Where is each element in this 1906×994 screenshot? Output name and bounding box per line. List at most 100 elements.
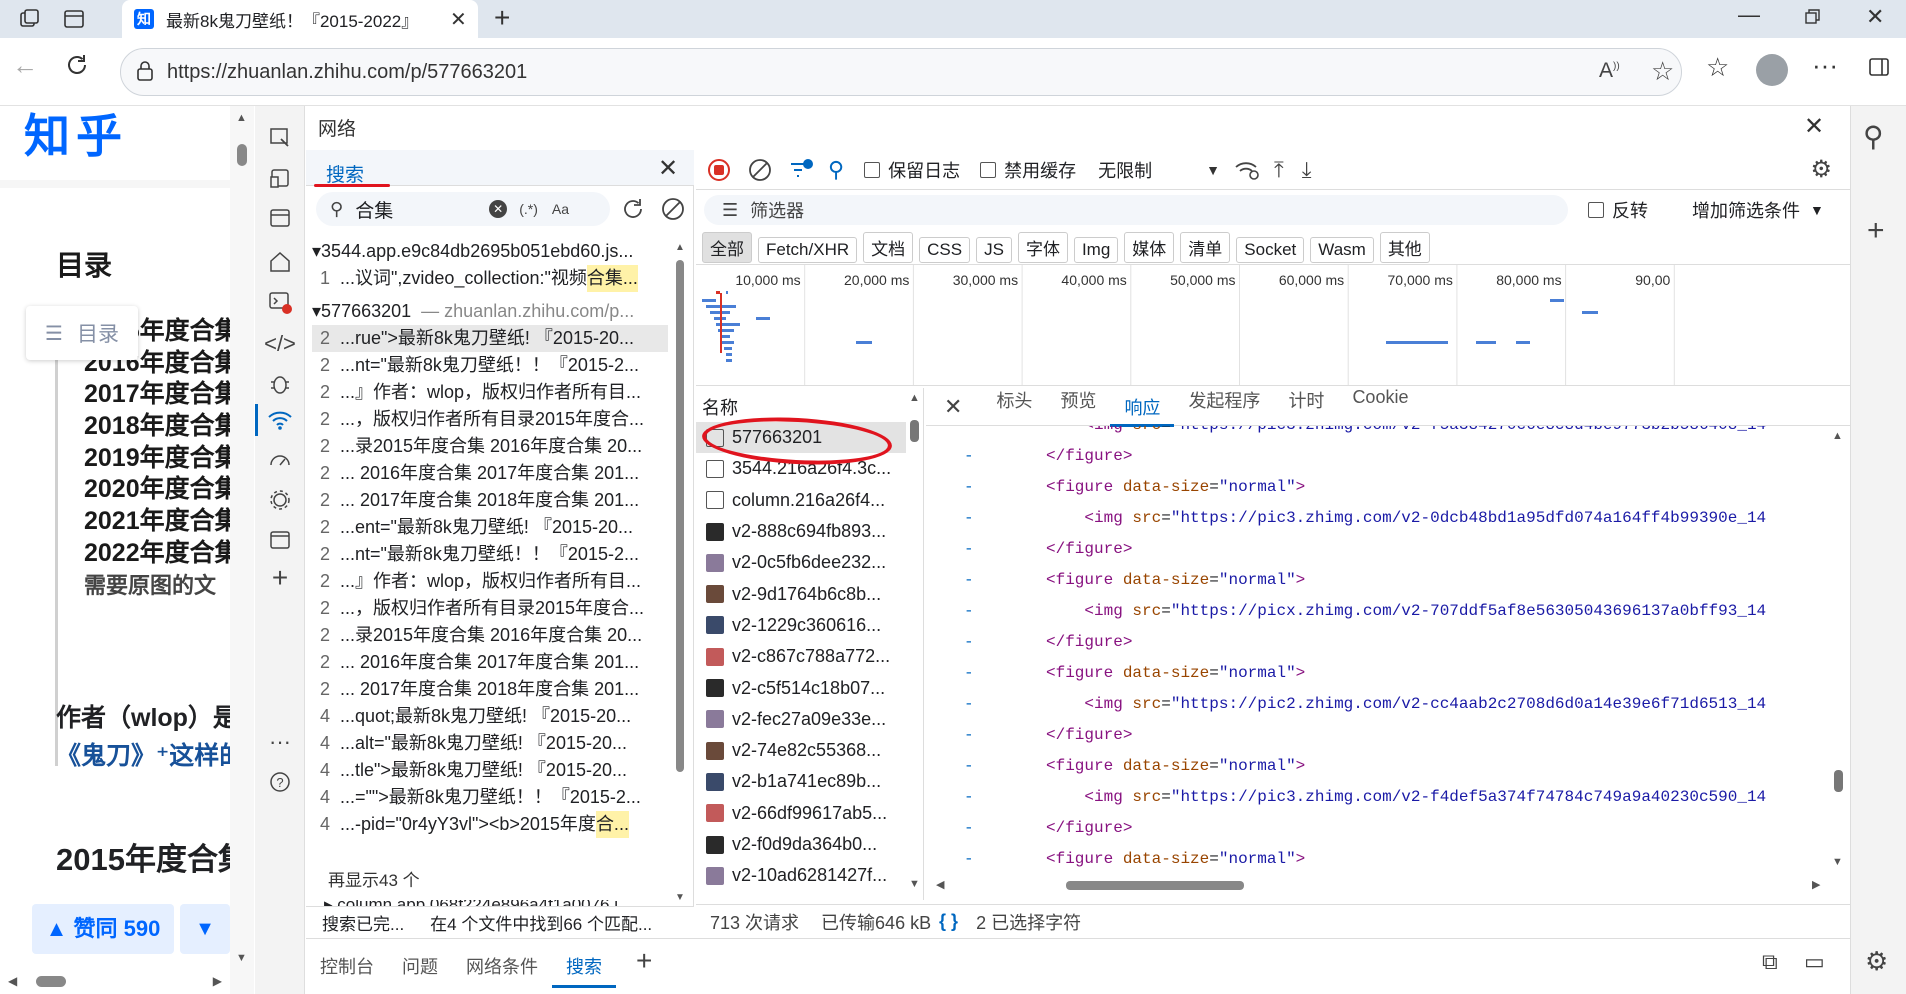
response-code[interactable]: - <img src="https://pic3.zhimg.com/v2-f5… [926, 426, 1826, 874]
type-filter-chip[interactable]: CSS [919, 237, 971, 263]
detail-tab[interactable]: 计时 [1274, 387, 1338, 427]
toc-item[interactable]: 2018年度合集 [84, 411, 230, 443]
window-close-icon[interactable]: ✕ [1866, 4, 1884, 30]
type-filter-chip[interactable]: JS [976, 237, 1012, 263]
search-match-row[interactable]: 2 ... 2017年度合集 2018年度合集 201... [312, 676, 668, 703]
toc-item[interactable]: 2019年度合集 [84, 443, 230, 475]
devtools-close-icon[interactable]: ✕ [1804, 112, 1824, 141]
back-icon[interactable]: ← [12, 50, 38, 81]
request-row[interactable]: v2-9d1764b6c8b... [696, 578, 906, 609]
regex-toggle[interactable]: (.*) [519, 201, 538, 217]
more-menu-icon[interactable]: ··· [1812, 50, 1838, 81]
drawer-add-tab-icon[interactable]: + [636, 945, 652, 977]
type-filter-chip[interactable]: Wasm [1310, 237, 1374, 263]
search-box[interactable]: ⚲ 合集 ✕ (.*) Aa [316, 192, 610, 226]
request-row[interactable]: v2-1229c360616... [696, 610, 906, 641]
search-match-row[interactable]: 2 ...ent="最新8k鬼刀壁纸! 『2015-20... [312, 514, 668, 541]
elements-home-icon[interactable] [264, 246, 296, 278]
inspect-icon[interactable] [264, 122, 296, 154]
throttling-chevron-down-icon[interactable]: ▼ [1206, 162, 1220, 178]
sidebar-search-icon[interactable]: ⚲ [1863, 120, 1884, 153]
more-filters-dropdown[interactable]: 增加筛选条件 [1692, 197, 1800, 223]
search-file-row[interactable]: ▾ 577663201 — zhuanlan.zhihu.com/p... [312, 298, 668, 325]
tab-close-icon[interactable]: ✕ [450, 7, 467, 32]
read-aloud-icon[interactable]: A)) [1599, 59, 1620, 83]
detail-tab[interactable]: Cookie [1338, 387, 1422, 427]
type-filter-chip[interactable]: 清单 [1180, 232, 1231, 263]
search-match-row[interactable]: 4 ...="">最新8k鬼刀壁纸！！『2015-2... [312, 784, 668, 811]
dock-icon[interactable]: ⧉ [1762, 949, 1778, 975]
more-filters-chevron-down-icon[interactable]: ▼ [1810, 202, 1824, 218]
search-match-row[interactable]: 1 ...议词",zvideo_collection:"视频 合集... [312, 265, 668, 292]
toc-item[interactable]: 2020年度合集 [84, 474, 230, 506]
request-row[interactable]: v2-b1a741ec89b... [696, 766, 906, 797]
search-match-row[interactable]: 4 ...alt="最新8k鬼刀壁纸! 『2015-20... [312, 730, 668, 757]
detail-tab[interactable]: 发起程序 [1174, 387, 1274, 427]
preserve-log-checkbox[interactable] [864, 161, 881, 178]
like-button[interactable]: ▲ 赞同 590 [32, 904, 174, 954]
detail-tab[interactable]: 预览 [1046, 387, 1110, 427]
type-filter-chip[interactable]: 媒体 [1124, 232, 1175, 263]
drawer-tab[interactable]: 控制台 [306, 953, 388, 988]
expand-arrow-icon[interactable]: ▾ [312, 238, 321, 265]
type-filter-chip[interactable]: Fetch/XHR [758, 237, 858, 263]
toc-item[interactable]: 2022年度合集 [84, 538, 230, 570]
restore-icon[interactable] [1804, 8, 1822, 26]
type-filter-chip[interactable]: Img [1073, 237, 1119, 263]
toc-toggle-button[interactable]: ☰ 目录 [26, 306, 138, 360]
drawer-tab[interactable]: 搜索 [552, 953, 616, 988]
minimize-icon[interactable]: — [1738, 2, 1760, 28]
request-row[interactable]: v2-c5f514c18b07... [696, 672, 906, 703]
name-column-header[interactable]: 名称 [702, 394, 738, 420]
search-match-row[interactable]: 4 ...quot;最新8k鬼刀壁纸! 『2015-20... [312, 703, 668, 730]
detail-close-icon[interactable]: ✕ [944, 394, 962, 420]
clear-search-icon[interactable]: ✕ [489, 200, 508, 218]
detail-tab[interactable]: 标头 [982, 387, 1046, 427]
search-match-row[interactable]: 2 ... 2016年度合集 2017年度合集 201... [312, 460, 668, 487]
more-options-icon[interactable]: ··· [264, 726, 296, 758]
vertical-tabs-icon[interactable] [62, 7, 86, 31]
request-row[interactable]: v2-fec27a09e33e... [696, 704, 906, 735]
type-filter-chip[interactable]: 字体 [1017, 232, 1068, 263]
search-match-row[interactable]: 2 ...nt="最新8k鬼刀壁纸！！『2015-2... [312, 352, 668, 379]
pretty-print-button[interactable]: { } [939, 911, 958, 932]
toc-item[interactable]: 2017年度合集 [84, 379, 230, 411]
address-bar[interactable]: https://zhuanlan.zhihu.com/p/577663201 A… [120, 48, 1682, 96]
code-hscrollbar[interactable]: ◀ ▶ [936, 876, 1836, 894]
application-icon[interactable] [264, 524, 296, 556]
search-match-row[interactable]: 2 ...录2015年度合集 2016年度合集 20... [312, 622, 668, 649]
favorites-icon[interactable]: ☆ [1706, 52, 1729, 83]
detail-tab[interactable]: 响应 [1110, 394, 1175, 427]
search-match-row[interactable]: 2 ...，版权归作者所有目录2015年度合... [312, 595, 668, 622]
request-list-scrollbar[interactable]: ▲ ▼ [906, 392, 922, 892]
drawer-tab[interactable]: 网络条件 [452, 953, 552, 988]
new-tab-icon[interactable]: + [494, 2, 510, 34]
search-panel-tab[interactable]: 搜索 [326, 160, 364, 187]
toc-item[interactable]: 需要原图的文 [84, 570, 230, 602]
invert-checkbox[interactable] [1588, 202, 1604, 218]
match-case-toggle[interactable]: Aa [552, 201, 569, 217]
sidebar-add-icon[interactable]: + [1867, 214, 1885, 248]
search-match-row[interactable]: 2 ...rue">最新8k鬼刀壁纸! 『2015-20... [312, 325, 668, 352]
search-match-row[interactable]: 2 ... 2016年度合集 2017年度合集 201... [312, 649, 668, 676]
clear-log-icon[interactable] [748, 158, 772, 182]
author-line-2[interactable]: 《鬼刀》⁺这样的 [56, 736, 230, 772]
search-results-scrollbar[interactable]: ▲ ▼ [672, 242, 688, 910]
network-wifi-icon[interactable] [264, 404, 296, 436]
import-har-icon[interactable]: ⤒ [1274, 157, 1284, 183]
request-row[interactable]: v2-888c694fb893... [696, 516, 906, 547]
request-row[interactable]: v2-f0d9da364b0... [696, 829, 906, 860]
clear-results-icon[interactable] [660, 196, 686, 222]
filter-input[interactable]: ☰ 筛选器 [704, 195, 1568, 225]
toc-item[interactable]: 2021年度合集 [84, 506, 230, 538]
refresh-icon[interactable] [64, 52, 90, 78]
sidebar-toggle-icon[interactable] [1868, 56, 1890, 78]
search-file-row[interactable]: ▾ 3544.app.e9c84db2695b051ebd60.js... [312, 238, 668, 265]
record-stop-icon[interactable] [708, 158, 730, 181]
lock-icon[interactable] [135, 60, 155, 82]
drawer-tab[interactable]: 问题 [388, 953, 452, 988]
performance-gauge-icon[interactable] [264, 444, 296, 476]
more-tools-plus-icon[interactable]: + [264, 562, 296, 594]
request-row[interactable]: v2-74e82c55368... [696, 735, 906, 766]
console-icon[interactable] [264, 286, 296, 318]
